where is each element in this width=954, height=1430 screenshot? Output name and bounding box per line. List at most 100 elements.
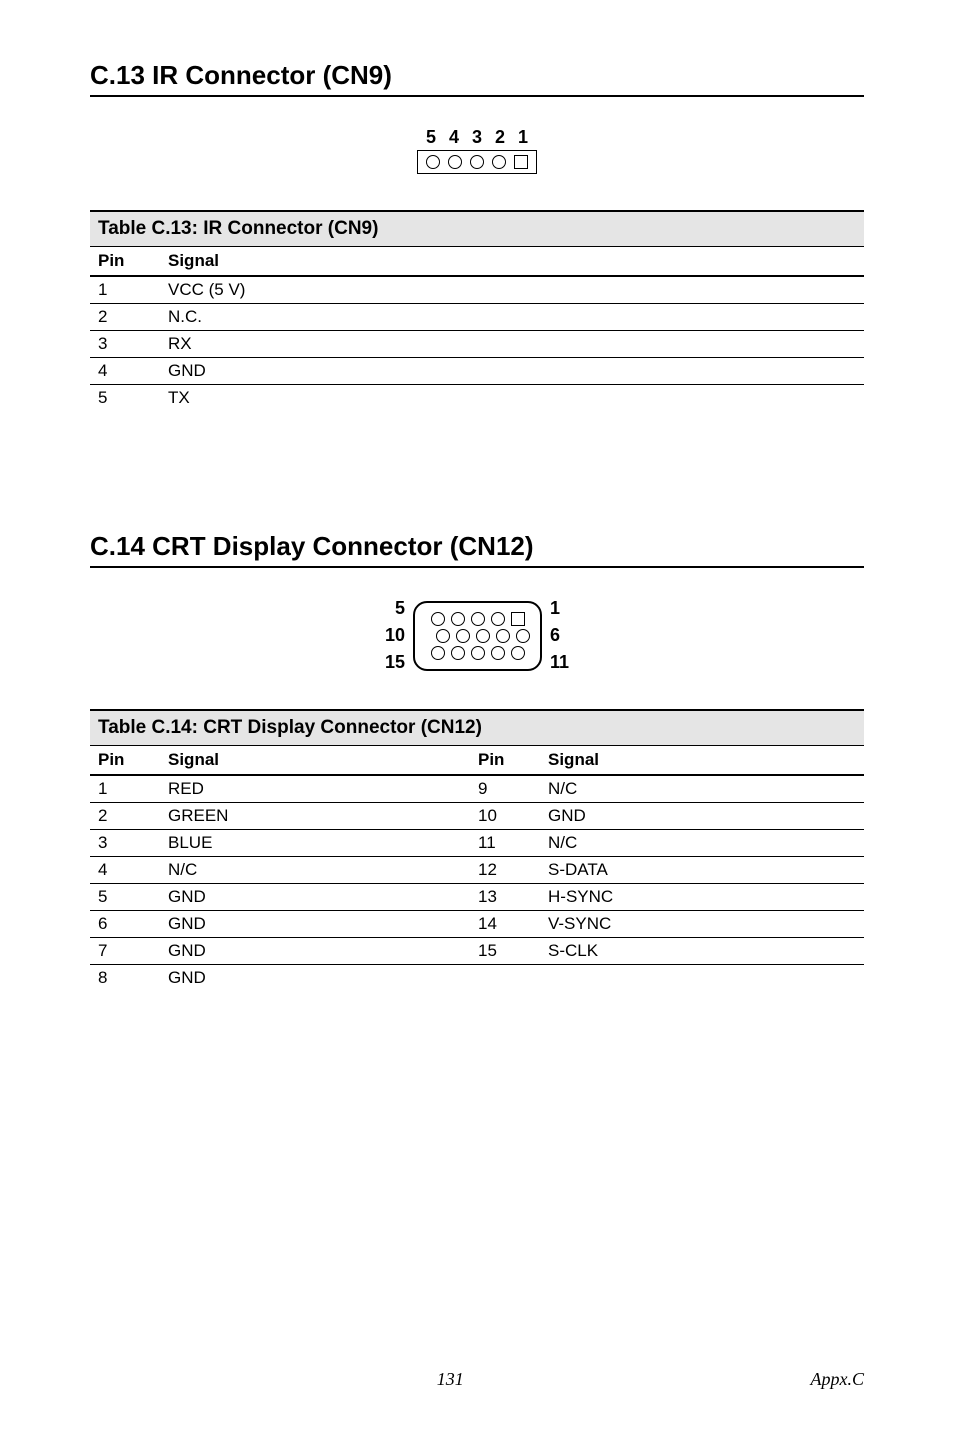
crt-label: 1 [550,598,569,619]
cell-pin: 8 [98,968,168,988]
pin-label: 3 [472,127,482,148]
cell-signal2: H-SYNC [548,887,856,907]
cell-pin2: 15 [478,941,548,961]
crt-shell [413,601,542,671]
pin-hole-icon [448,155,462,169]
table-row: 8 GND [90,965,864,991]
table-row: 3 BLUE 11 N/C [90,830,864,857]
pin-hole-icon [451,646,465,660]
cell-signal2: N/C [548,779,856,799]
table-row: 7 GND 15 S-CLK [90,938,864,965]
page-number: 131 [437,1369,464,1390]
cell-pin: 2 [98,806,168,826]
pin-hole-icon [471,612,485,626]
cell-pin: 1 [98,779,168,799]
header-signal: Signal [168,750,478,770]
table-row: 2 GREEN 10 GND [90,803,864,830]
cell-pin2: 11 [478,833,548,853]
cell-pin2: 10 [478,806,548,826]
cell-signal: GND [168,941,478,961]
cell-signal: BLUE [168,833,478,853]
pin-box [417,150,537,174]
crt-label: 11 [550,652,569,673]
header-signal: Signal [168,251,856,271]
cell-pin: 3 [98,833,168,853]
cell-signal: GND [168,887,478,907]
pin-label: 2 [495,127,505,148]
cell-signal: TX [168,388,856,408]
crt-label: 5 [385,598,405,619]
table-row: 5 GND 13 H-SYNC [90,884,864,911]
table-c13: Table C.13: IR Connector (CN9) Pin Signa… [90,210,864,411]
pin-hole-icon [470,155,484,169]
pin-label: 5 [426,127,436,148]
pin-hole-icon [431,646,445,660]
cell-pin: 5 [98,388,168,408]
cell-signal: GND [168,968,478,988]
table-caption-text: Table C.13: IR Connector (CN9) [98,218,378,240]
table-row: 4 GND [90,358,864,385]
cell-pin: 4 [98,361,168,381]
cell-signal: VCC (5 V) [168,280,856,300]
ir-connector-diagram: 5 4 3 2 1 [90,127,864,174]
cell-pin: 2 [98,307,168,327]
pin-hole-icon [511,646,525,660]
table-row: 1 VCC (5 V) [90,276,864,304]
pin-hole-icon [491,646,505,660]
cell-signal: RED [168,779,478,799]
section-c13-heading: C.13 IR Connector (CN9) [90,60,864,97]
cell-pin: 7 [98,941,168,961]
pin-hole-icon [491,612,505,626]
table-c13-caption: Table C.13: IR Connector (CN9) [90,210,864,247]
cell-signal2 [548,968,856,988]
pin-hole-icon [476,629,490,643]
pin-label: 1 [518,127,528,148]
cell-signal2: N/C [548,833,856,853]
table-c14-header: Pin Signal Pin Signal [90,746,864,775]
cell-signal: GND [168,361,856,381]
crt-label: 6 [550,625,569,646]
cell-signal2: GND [548,806,856,826]
table-row: 3 RX [90,331,864,358]
cell-signal: N.C. [168,307,856,327]
pin-hole-icon [451,612,465,626]
cell-pin: 5 [98,887,168,907]
cell-pin2: 13 [478,887,548,907]
pin-hole-icon [496,629,510,643]
cell-pin2: 9 [478,779,548,799]
header-pin: Pin [98,251,168,271]
crt-label: 10 [385,625,405,646]
cell-signal: N/C [168,860,478,880]
table-row: 4 N/C 12 S-DATA [90,857,864,884]
cell-pin2: 12 [478,860,548,880]
table-row: 5 TX [90,385,864,411]
header-signal2: Signal [548,750,856,770]
table-c13-header: Pin Signal [90,247,864,276]
cell-pin2 [478,968,548,988]
cell-signal: GND [168,914,478,934]
crt-connector-diagram: 5 10 15 [90,598,864,673]
pin-hole-icon [516,629,530,643]
appendix-label: Appx.C [811,1369,865,1390]
table-row: 6 GND 14 V-SYNC [90,911,864,938]
page-footer: 131 Appx.C [90,1369,864,1390]
pin-hole-icon [426,155,440,169]
header-pin: Pin [98,750,168,770]
table-row: 2 N.C. [90,304,864,331]
crt-label: 15 [385,652,405,673]
table-row: 1 RED 9 N/C [90,775,864,803]
pin-label: 4 [449,127,459,148]
pin-square-icon [514,155,528,169]
cell-pin: 6 [98,914,168,934]
cell-signal: GREEN [168,806,478,826]
pin-square-icon [511,612,525,626]
table-c14-caption: Table C.14: CRT Display Connector (CN12) [90,709,864,746]
cell-signal2: S-DATA [548,860,856,880]
pin-hole-icon [471,646,485,660]
cell-signal: RX [168,334,856,354]
cell-pin: 3 [98,334,168,354]
cell-signal2: S-CLK [548,941,856,961]
cell-signal2: V-SYNC [548,914,856,934]
pin-hole-icon [436,629,450,643]
header-pin2: Pin [478,750,548,770]
